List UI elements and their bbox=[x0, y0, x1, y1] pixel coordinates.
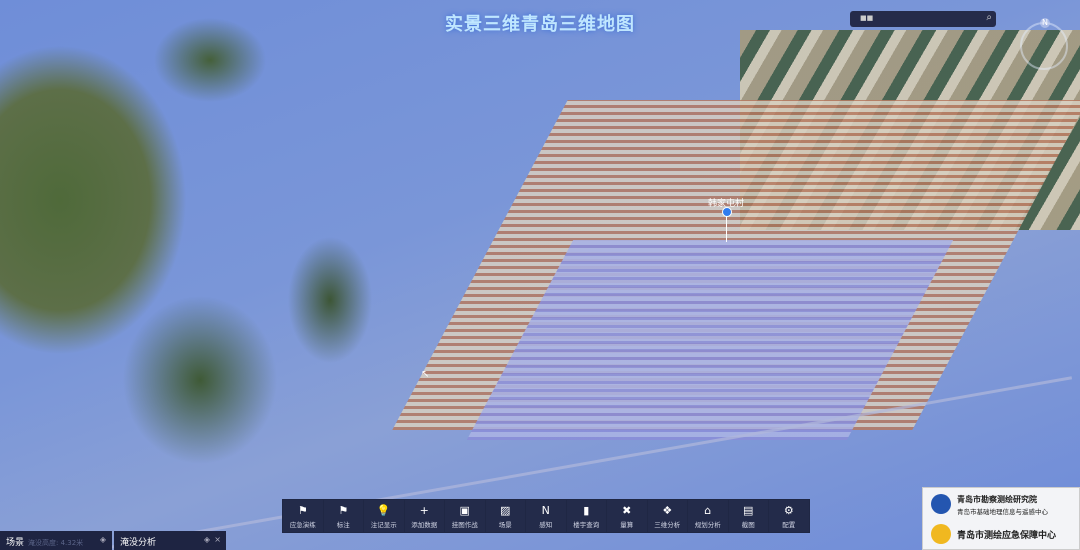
toolbar-button-0[interactable]: ⚑ 应急演练 bbox=[283, 500, 323, 532]
toolbar-label: 规划分析 bbox=[694, 520, 721, 529]
mouse-cursor-icon: ↖ bbox=[421, 369, 430, 380]
toolbar-label: 截图 bbox=[741, 520, 755, 529]
toolbar-button-7[interactable]: ▮ 楼宇查询 bbox=[566, 500, 606, 532]
toolbar-icon: ✖ bbox=[622, 503, 632, 517]
toolbar-icon: ⚙ bbox=[783, 503, 794, 517]
toolbar-icon: ▨ bbox=[500, 503, 511, 517]
page-title: 实景三维青岛三维地图 bbox=[445, 14, 635, 35]
search-icon[interactable]: ⌕ bbox=[986, 12, 992, 23]
toolbar-label: 量算 bbox=[620, 520, 634, 529]
toolbar-label: 场景 bbox=[498, 520, 512, 529]
pin-icon[interactable]: ◈ bbox=[100, 535, 106, 544]
org1-subname: 青岛市基础地理信息与遥感中心 bbox=[957, 508, 1048, 516]
toolbar-label: 三维分析 bbox=[654, 520, 681, 529]
toolbar-button-12[interactable]: ⚙ 配置 bbox=[769, 500, 809, 532]
toolbar-icon: ▣ bbox=[459, 503, 470, 517]
survey-institute-logo bbox=[931, 494, 951, 514]
toolbar-button-8[interactable]: ✖ 量算 bbox=[607, 500, 647, 532]
3d-map-view[interactable] bbox=[0, 0, 1080, 550]
toolbar-icon: ▤ bbox=[743, 503, 754, 517]
toolbar-icon: ⌂ bbox=[704, 503, 712, 517]
map-pin-icon[interactable] bbox=[722, 207, 732, 217]
toolbar-icon: 💡 bbox=[376, 503, 391, 517]
scene-panel[interactable]: 场景 淹没高度: 4.32米 ◈ bbox=[0, 531, 112, 550]
marker-leader-line bbox=[726, 216, 727, 242]
bottom-toolbar: ⚑ 应急演练 ⚑ 标注 💡 注记显示 + 添加数据 ▣ 挂图作战 ▨ 场景 N 感知 ▮ 楼宇查询 ✖ 量算 ❖ 三维… bbox=[282, 499, 810, 533]
org2-name: 青岛市测绘应急保障中心 bbox=[957, 531, 1057, 541]
scene-panel-title: 场景 bbox=[6, 538, 25, 548]
toolbar-label: 注记显示 bbox=[370, 520, 397, 529]
search-placeholder: ■■ bbox=[860, 14, 874, 22]
flood-panel-title: 淹没分析 bbox=[120, 538, 157, 548]
pin-icon[interactable]: ◈ bbox=[204, 535, 210, 544]
toolbar-label: 添加数据 bbox=[411, 520, 438, 529]
toolbar-label: 配置 bbox=[782, 520, 796, 529]
emergency-center-logo bbox=[931, 524, 951, 544]
toolbar-button-10[interactable]: ⌂ 规划分析 bbox=[688, 500, 728, 532]
toolbar-icon: ⚑ bbox=[297, 503, 308, 517]
toolbar-button-4[interactable]: ▣ 挂图作战 bbox=[445, 500, 485, 532]
toolbar-label: 楼宇查询 bbox=[573, 520, 600, 529]
flood-height-readout: 淹没高度: 4.32米 bbox=[28, 539, 84, 547]
org1-name: 青岛市勘察测绘研究院 bbox=[957, 495, 1037, 504]
toolbar-button-6[interactable]: N 感知 bbox=[526, 500, 566, 532]
toolbar-label: 挂图作战 bbox=[451, 520, 478, 529]
compass-north: N bbox=[1040, 18, 1050, 28]
toolbar-label: 标注 bbox=[336, 520, 350, 529]
toolbar-icon: ❖ bbox=[662, 503, 673, 517]
toolbar-icon: ▮ bbox=[583, 503, 590, 517]
toolbar-button-1[interactable]: ⚑ 标注 bbox=[323, 500, 363, 532]
toolbar-icon: ⚑ bbox=[338, 503, 349, 517]
toolbar-icon: N bbox=[541, 503, 550, 517]
toolbar-button-11[interactable]: ▤ 截图 bbox=[728, 500, 768, 532]
toolbar-label: 应急演练 bbox=[289, 520, 316, 529]
toolbar-button-9[interactable]: ❖ 三维分析 bbox=[647, 500, 687, 532]
toolbar-button-2[interactable]: 💡 注记显示 bbox=[364, 500, 404, 532]
compass-icon[interactable]: N bbox=[1020, 18, 1068, 70]
toolbar-button-5[interactable]: ▨ 场景 bbox=[485, 500, 525, 532]
organization-logos: 青岛市勘察测绘研究院 青岛市基础地理信息与遥感中心 青岛市测绘应急保障中心 bbox=[922, 487, 1080, 550]
toolbar-button-3[interactable]: + 添加数据 bbox=[404, 500, 444, 532]
flood-analysis-panel[interactable]: 淹没分析 ◈ × bbox=[114, 531, 226, 550]
search-input[interactable]: ■■ ⌕ bbox=[850, 11, 996, 27]
toolbar-icon: + bbox=[419, 503, 429, 517]
toolbar-label: 感知 bbox=[539, 520, 553, 529]
close-icon[interactable]: × bbox=[214, 535, 221, 544]
